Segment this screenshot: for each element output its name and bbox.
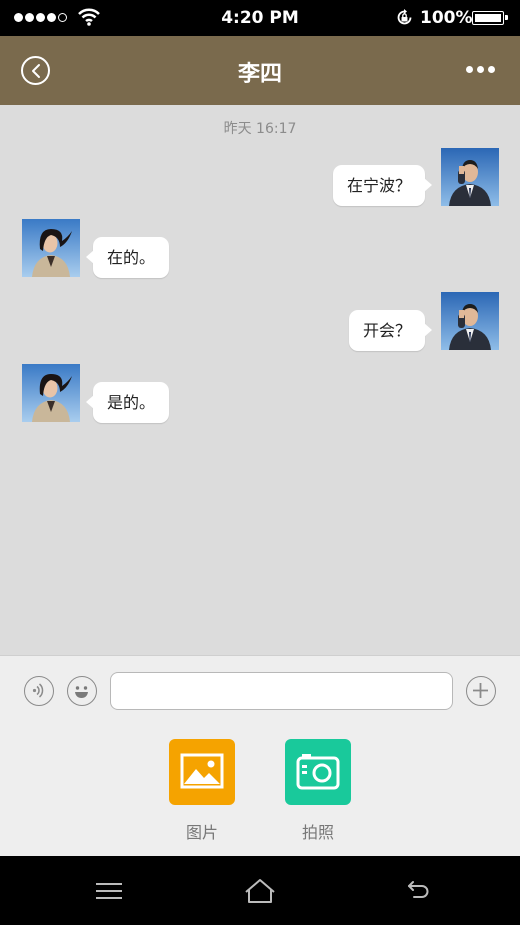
photo-tool[interactable]: 图片 (169, 739, 235, 843)
message-bubble-received[interactable]: 是的。 (85, 382, 170, 423)
chat-area[interactable]: 昨天 16:17 在宁波？ 在的。 开会？ 是的。 (0, 105, 520, 655)
plus-icon (473, 683, 488, 698)
image-icon (169, 739, 235, 805)
add-button[interactable] (466, 676, 496, 706)
camera-icon (285, 739, 351, 805)
message-bubble-sent[interactable]: 开会？ (348, 310, 433, 351)
battery-percent: 100% (420, 8, 473, 28)
rotation-lock-icon (397, 9, 412, 25)
emoji-button[interactable] (67, 676, 97, 706)
more-options-button[interactable] (466, 66, 495, 73)
self-avatar[interactable] (441, 148, 499, 206)
smiley-icon (75, 686, 88, 698)
page-title: 李四 (237, 62, 282, 87)
system-navigation-bar (0, 856, 520, 925)
status-bar: 4:20 PM 100% (0, 0, 520, 36)
camera-tool[interactable]: 拍照 (285, 739, 351, 843)
battery-icon (472, 11, 508, 25)
menu-icon[interactable] (94, 881, 124, 901)
photo-tool-label: 图片 (185, 823, 218, 842)
more-dot-icon (488, 66, 495, 73)
message-timestamp: 昨天 16:17 (223, 121, 297, 137)
camera-tool-label: 拍照 (301, 823, 334, 842)
input-panel: 图片 拍照 (0, 655, 520, 856)
home-icon[interactable] (244, 878, 276, 904)
contact-avatar[interactable] (22, 364, 80, 422)
voice-button[interactable] (24, 676, 54, 706)
voice-icon (32, 683, 44, 698)
message-bubble-received[interactable]: 在的。 (85, 237, 170, 278)
self-avatar[interactable] (441, 292, 499, 350)
contact-avatar[interactable] (22, 219, 80, 277)
message-input[interactable] (110, 672, 453, 710)
more-dot-icon (477, 66, 484, 73)
back-icon[interactable] (406, 879, 432, 901)
header-bar: 李四 (0, 36, 520, 105)
more-dot-icon (466, 66, 473, 73)
message-bubble-sent[interactable]: 在宁波？ (332, 165, 433, 206)
